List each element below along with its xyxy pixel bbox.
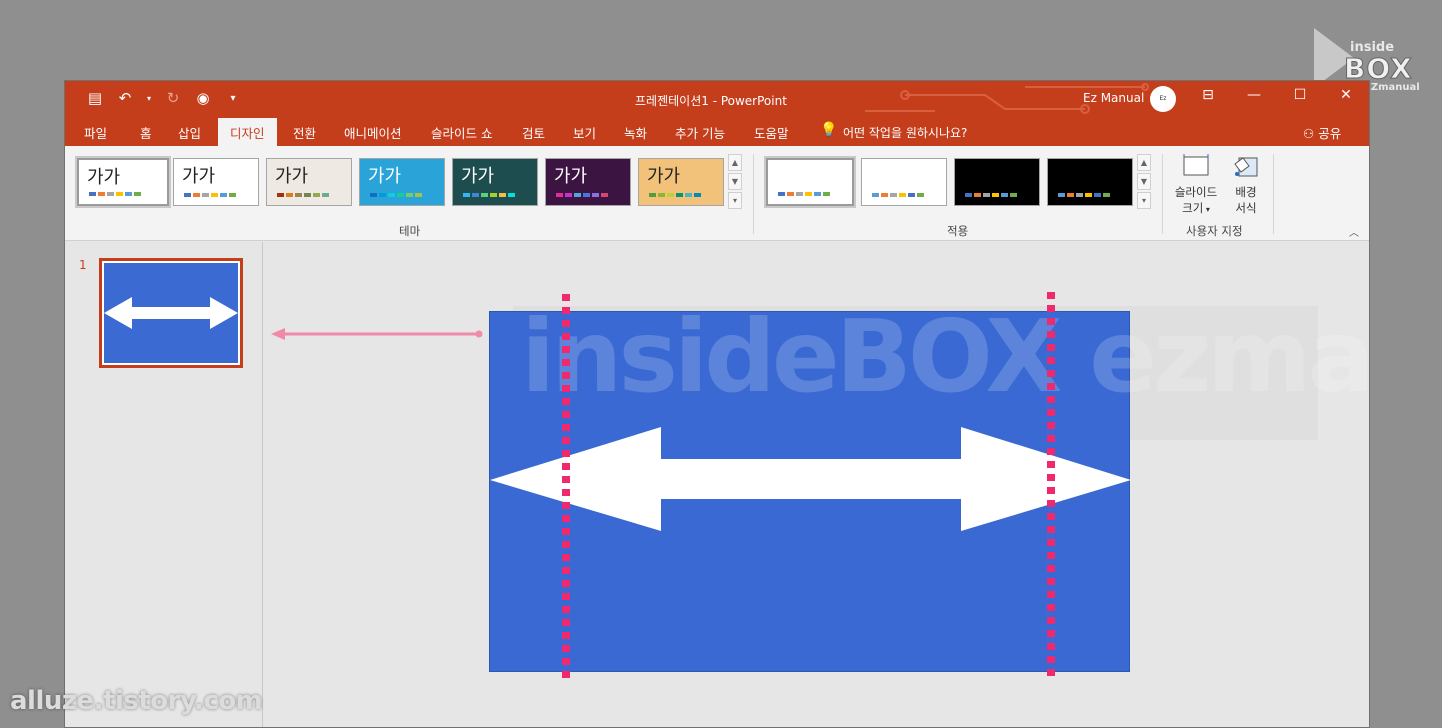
tab-slideshow[interactable]: 슬라이드 쇼 xyxy=(431,123,492,142)
maximize-icon[interactable]: ☐ xyxy=(1277,87,1323,103)
minimize-icon[interactable]: — xyxy=(1231,87,1277,103)
variants-scroll-down[interactable]: ▼ xyxy=(1137,173,1151,190)
share-button[interactable]: ⚇ 공유 xyxy=(1303,123,1341,142)
theme-facet[interactable]: 가가 xyxy=(266,158,352,206)
undo-icon[interactable]: ↶ xyxy=(115,89,135,107)
theme-sample-text: 가가 xyxy=(368,166,402,187)
variants-group-label: 적용 xyxy=(947,224,969,238)
variants-scroll-up[interactable]: ▲ xyxy=(1137,154,1151,171)
tab-animations[interactable]: 애니메이션 xyxy=(344,123,402,142)
tab-insert[interactable]: 삽입 xyxy=(178,123,201,142)
theme-retrospect[interactable]: 가가 xyxy=(545,158,631,206)
tab-record[interactable]: 녹화 xyxy=(624,123,647,142)
theme-sample-text: 가가 xyxy=(554,166,588,187)
save-icon[interactable]: ▤ xyxy=(85,89,105,107)
divider xyxy=(753,154,754,234)
theme-sample-text: 가가 xyxy=(275,166,309,187)
slideshow-icon[interactable]: ◉ xyxy=(193,89,213,107)
variant-1[interactable] xyxy=(764,156,856,208)
tab-transitions[interactable]: 전환 xyxy=(293,123,316,142)
customize-qat-icon[interactable]: ▾ xyxy=(223,93,243,104)
theme-sample-text: 가가 xyxy=(647,166,681,187)
themes-scroll-down[interactable]: ▼ xyxy=(728,173,742,190)
theme-sample-text: 가가 xyxy=(182,166,216,187)
person-icon: ⚇ xyxy=(1303,126,1319,141)
format-background-label: 배경 서식 xyxy=(1235,185,1257,215)
tab-view[interactable]: 보기 xyxy=(573,123,596,142)
theme-office-2[interactable]: 가가 xyxy=(173,158,259,206)
left-guide-dotted-line xyxy=(562,294,570,684)
pointer-arrow-icon xyxy=(271,328,483,340)
credit-watermark: alluze.tistory.com xyxy=(10,686,263,716)
right-guide-dotted-line xyxy=(1047,292,1055,682)
slide-editor: insideBOX ezmanual xyxy=(264,242,1370,727)
ribbon-tabs: 파일 홈 삽입 디자인 전환 애니메이션 슬라이드 쇼 검토 보기 녹화 추가 … xyxy=(65,118,1369,146)
collapse-ribbon-icon[interactable]: ︿ xyxy=(1349,224,1359,239)
theme-ion[interactable]: 가가 xyxy=(359,158,445,206)
lightbulb-icon: 💡 xyxy=(820,122,838,138)
tell-me-search[interactable]: 어떤 작업을 원하시나요? xyxy=(843,124,967,141)
window-title: 프레젠테이션1 - PowerPoint xyxy=(635,94,787,108)
themes-more[interactable]: ▾ xyxy=(728,192,742,209)
slide-size-button[interactable]: 슬라이드 크기 ▾ xyxy=(1170,154,1222,218)
ribbon-display-options-icon[interactable]: ⊟ xyxy=(1185,87,1231,103)
format-background-button[interactable]: 배경 서식 xyxy=(1220,154,1272,216)
themes-group-label: 테마 xyxy=(399,224,421,238)
theme-office[interactable]: 가가 xyxy=(75,156,171,208)
title-bar: ▤ ↶ ▾ ↻ ◉ ▾ 프레젠테이션1 - PowerPoint Ez Manu… xyxy=(65,81,1369,118)
variant-4[interactable] xyxy=(1047,158,1133,206)
format-background-icon xyxy=(1234,157,1258,177)
slide-thumbnail-1[interactable] xyxy=(99,258,243,368)
variant-2[interactable] xyxy=(861,158,947,206)
watermark-text: insideBOX ezmanual xyxy=(521,298,1370,415)
slides-pane: 1 xyxy=(65,242,263,727)
divider xyxy=(1162,154,1163,234)
slide-size-icon xyxy=(1183,154,1209,176)
themes-scroll-up[interactable]: ▲ xyxy=(728,154,742,171)
ribbon-design: 가가 가가 가가 가가 가가 가가 가가 ▲ ▼ ▾ 테마 ▲ ▼ ▾ 적용 슬… xyxy=(65,146,1369,241)
theme-slice[interactable]: 가가 xyxy=(638,158,724,206)
tab-addins[interactable]: 추가 기능 xyxy=(675,123,725,142)
tab-review[interactable]: 검토 xyxy=(522,123,545,142)
quick-access-toolbar: ▤ ↶ ▾ ↻ ◉ ▾ xyxy=(85,89,243,107)
slide-size-label: 슬라이드 크기 xyxy=(1174,185,1218,215)
theme-sample-text: 가가 xyxy=(461,166,495,187)
tab-help[interactable]: 도움말 xyxy=(754,123,789,142)
avatar[interactable]: Ez xyxy=(1150,86,1176,112)
arrow-shape-thumbnail xyxy=(104,297,238,329)
variant-3[interactable] xyxy=(954,158,1040,206)
undo-dropdown-icon[interactable]: ▾ xyxy=(145,94,153,103)
tab-design[interactable]: 디자인 xyxy=(218,118,277,146)
close-icon[interactable]: ✕ xyxy=(1323,87,1369,103)
divider xyxy=(1273,154,1274,234)
theme-organic[interactable]: 가가 xyxy=(452,158,538,206)
tab-file[interactable]: 파일 xyxy=(84,123,107,142)
theme-sample-text: 가가 xyxy=(87,167,121,188)
customize-group-label: 사용자 지정 xyxy=(1186,224,1243,238)
redo-icon[interactable]: ↻ xyxy=(163,89,183,107)
user-name[interactable]: Ez Manual xyxy=(1083,91,1144,105)
share-label: 공유 xyxy=(1318,126,1342,141)
tab-home[interactable]: 홈 xyxy=(140,123,152,142)
slide-number: 1 xyxy=(79,258,87,272)
variants-more[interactable]: ▾ xyxy=(1137,192,1151,209)
powerpoint-window: ▤ ↶ ▾ ↻ ◉ ▾ 프레젠테이션1 - PowerPoint Ez Manu… xyxy=(64,80,1370,728)
